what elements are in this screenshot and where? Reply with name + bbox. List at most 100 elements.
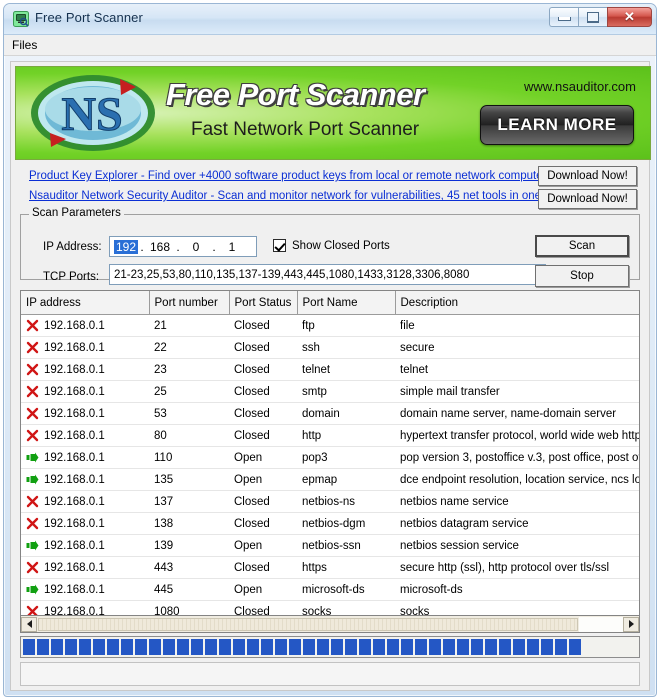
- scroll-left-button[interactable]: [21, 616, 37, 632]
- column-header-ip-address[interactable]: IP address: [21, 291, 150, 315]
- window-controls: ✕: [549, 7, 652, 27]
- cell-ip-address: 192.168.0.1: [21, 534, 149, 557]
- cell-port-name: microsoft-ds: [297, 578, 395, 601]
- results-table-container[interactable]: IP address Port number Port Status Port …: [20, 290, 640, 616]
- promo-link-product-key-explorer[interactable]: Product Key Explorer - Find over +4000 s…: [29, 166, 552, 186]
- ip-octet-2[interactable]: 168: [146, 240, 174, 254]
- column-header-port-number[interactable]: Port number: [149, 291, 230, 315]
- scroll-right-button[interactable]: [623, 616, 639, 632]
- cell-port-name: pop3: [297, 446, 395, 469]
- cell-port-status: Open: [229, 534, 297, 557]
- download-now-button-2[interactable]: Download Now!: [538, 189, 637, 209]
- open-arrow-icon: [26, 452, 39, 463]
- progress-segment: [303, 639, 315, 655]
- table-row[interactable]: 192.168.0.1 137 Closed netbios-ns netbios na…: [21, 490, 639, 513]
- horizontal-scrollbar[interactable]: [20, 616, 640, 633]
- cell-ip-address: 192.168.0.1: [21, 490, 149, 513]
- table-row[interactable]: 192.168.0.1 445 Open microsoft-ds microsoft-…: [21, 578, 639, 601]
- banner-url[interactable]: www.nsauditor.com: [524, 79, 636, 94]
- cell-ip-address: 192.168.0.1: [21, 314, 149, 337]
- closed-x-icon: [26, 429, 39, 442]
- promo-banner[interactable]: NS Free Port Scanner Fast Network Port S…: [15, 66, 651, 160]
- progress-segment: [415, 639, 427, 655]
- table-row[interactable]: 192.168.0.1 22 Closed ssh secure: [21, 336, 639, 359]
- ip-octet-1[interactable]: 192: [114, 239, 138, 254]
- tcp-ports-input[interactable]: 21-23,25,53,80,110,135,137-139,443,445,1…: [109, 264, 546, 285]
- cell-ip-address: 192.168.0.1: [21, 468, 149, 491]
- cell-port-number: 138: [149, 512, 229, 535]
- download-now-button-1[interactable]: Download Now!: [538, 166, 637, 186]
- progress-segment: [331, 639, 343, 655]
- progress-segment: [513, 639, 525, 655]
- minimize-button[interactable]: [549, 7, 578, 27]
- table-row[interactable]: 192.168.0.1 21 Closed ftp file: [21, 314, 639, 337]
- cell-ip-address: 192.168.0.1: [21, 402, 149, 425]
- tcp-ports-label: TCP Ports:: [43, 271, 100, 283]
- results-table: IP address Port number Port Status Port …: [21, 291, 639, 616]
- ip-address-value: 192.168.0.1: [44, 605, 105, 616]
- promo-link-nsauditor[interactable]: Nsauditor Network Security Auditor - Sca…: [29, 186, 549, 206]
- ip-address-value: 192.168.0.1: [44, 583, 105, 596]
- scan-parameters-group: Scan Parameters IP Address: 192 . 168 . …: [20, 207, 640, 287]
- table-row[interactable]: 192.168.0.1 80 Closed http hypertext transfe…: [21, 424, 639, 447]
- closed-x-icon: [26, 407, 39, 420]
- cell-port-name: ftp: [297, 314, 395, 337]
- learn-more-button[interactable]: LEARN MORE: [480, 105, 634, 145]
- cell-port-status: Open: [229, 578, 297, 601]
- scan-button[interactable]: Scan: [535, 235, 629, 257]
- progress-segment: [429, 639, 441, 655]
- cell-port-status: Closed: [229, 512, 297, 535]
- column-header-description[interactable]: Description: [395, 291, 639, 315]
- show-closed-ports-checkbox[interactable]: Show Closed Ports: [273, 239, 390, 252]
- ip-address-value: 192.168.0.1: [44, 363, 105, 376]
- cell-description: file: [395, 314, 639, 337]
- table-row[interactable]: 192.168.0.1 53 Closed domain domain name ser…: [21, 402, 639, 425]
- closed-x-icon: [26, 363, 39, 376]
- cell-description: microsoft-ds: [395, 578, 639, 601]
- app-window: Free Port Scanner ✕ Files NS Free Port S…: [3, 3, 657, 697]
- ip-address-input[interactable]: 192 . 168 . 0 . 1: [109, 236, 257, 257]
- open-arrow-icon: [26, 584, 39, 595]
- column-header-port-status[interactable]: Port Status: [229, 291, 298, 315]
- table-row[interactable]: 192.168.0.1 110 Open pop3 pop version 3, pos…: [21, 446, 639, 469]
- progress-segment: [387, 639, 399, 655]
- ip-octet-4[interactable]: 1: [218, 240, 246, 254]
- closed-x-icon: [26, 341, 39, 354]
- table-row[interactable]: 192.168.0.1 139 Open netbios-ssn netbios ses…: [21, 534, 639, 557]
- cell-port-name: epmap: [297, 468, 395, 491]
- cell-description: secure: [395, 336, 639, 359]
- column-header-port-name[interactable]: Port Name: [297, 291, 396, 315]
- scrollbar-thumb[interactable]: [38, 617, 578, 631]
- ip-octet-3[interactable]: 0: [182, 240, 210, 254]
- table-row[interactable]: 192.168.0.1 23 Closed telnet telnet: [21, 358, 639, 381]
- progress-segment: [51, 639, 63, 655]
- close-button[interactable]: ✕: [607, 7, 652, 27]
- table-row[interactable]: 192.168.0.1 135 Open epmap dce endpoint reso…: [21, 468, 639, 491]
- table-row[interactable]: 192.168.0.1 138 Closed netbios-dgm netbios d…: [21, 512, 639, 535]
- scrollbar-track[interactable]: [579, 616, 623, 632]
- title-bar: Free Port Scanner ✕: [4, 4, 656, 35]
- stop-button[interactable]: Stop: [535, 265, 629, 287]
- cell-port-status: Closed: [229, 556, 297, 579]
- ip-address-label: IP Address:: [43, 241, 102, 253]
- table-row[interactable]: 192.168.0.1 443 Closed https secure http (ss…: [21, 556, 639, 579]
- progress-segment: [219, 639, 231, 655]
- cell-port-number: 53: [149, 402, 229, 425]
- banner-title: Free Port Scanner: [166, 77, 425, 112]
- table-row[interactable]: 192.168.0.1 25 Closed smtp simple mail trans…: [21, 380, 639, 403]
- cell-port-name: netbios-ns: [297, 490, 395, 513]
- menu-item-files[interactable]: Files: [4, 36, 45, 55]
- show-closed-ports-label: Show Closed Ports: [292, 239, 390, 252]
- cell-ip-address: 192.168.0.1: [21, 336, 149, 359]
- cell-port-status: Open: [229, 468, 297, 491]
- progress-segment: [177, 639, 189, 655]
- progress-segment: [499, 639, 511, 655]
- cell-ip-address: 192.168.0.1: [21, 358, 149, 381]
- table-row[interactable]: 192.168.0.1 1080 Closed socks socks: [21, 600, 639, 616]
- cell-description: dce endpoint resolution, location servic…: [395, 468, 639, 491]
- promo-links: Product Key Explorer - Find over +4000 s…: [29, 166, 552, 206]
- maximize-button[interactable]: [578, 7, 607, 27]
- progress-segment: [373, 639, 385, 655]
- cell-ip-address: 192.168.0.1: [21, 380, 149, 403]
- cell-port-name: domain: [297, 402, 395, 425]
